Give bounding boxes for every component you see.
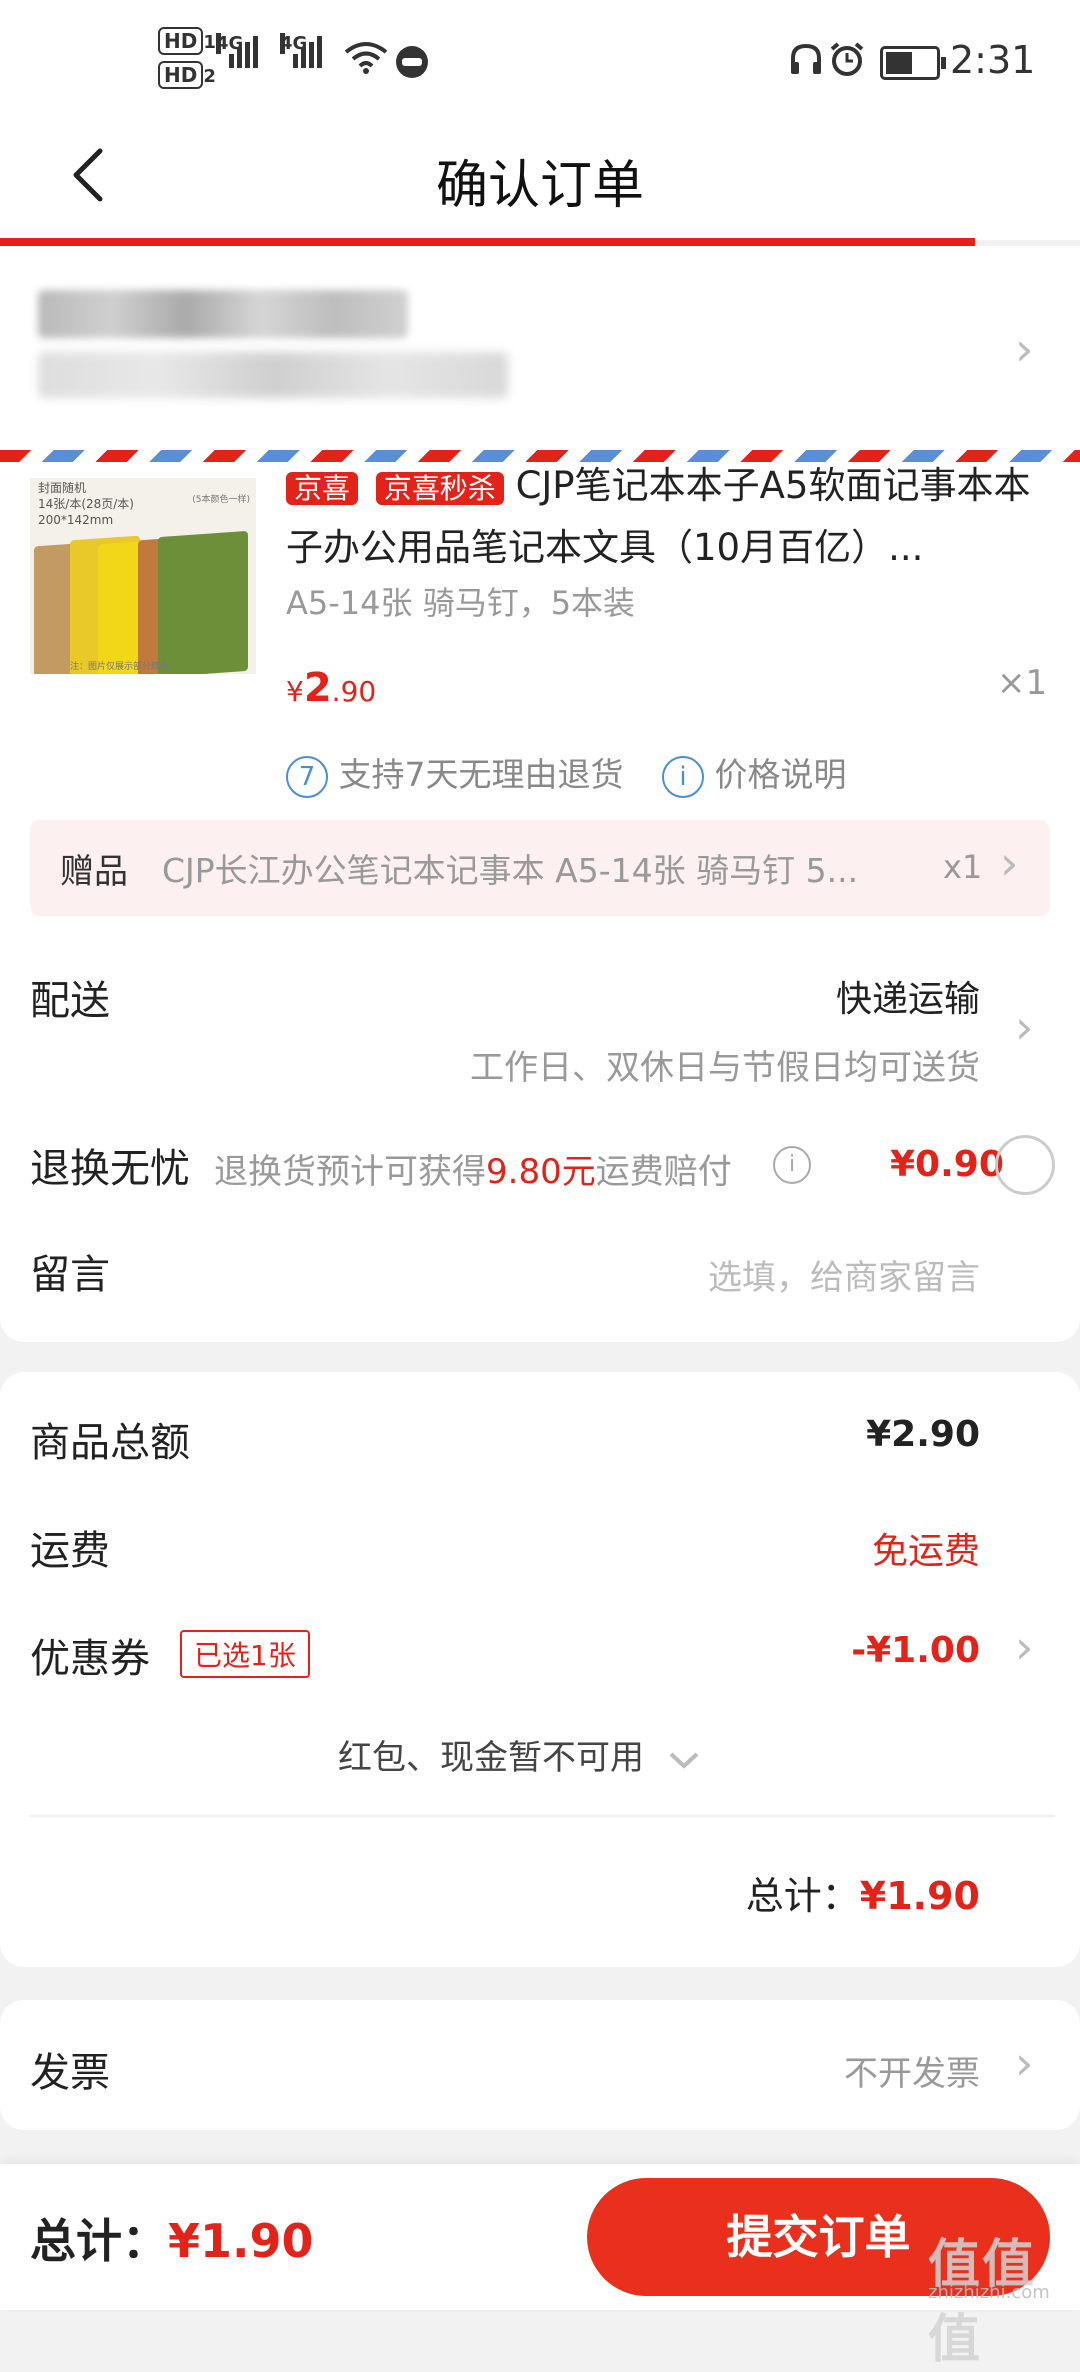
goods-total-value: ¥2.90 [866, 1414, 980, 1455]
address-name-blurred [38, 290, 408, 338]
headset-icon [791, 43, 821, 74]
coupon-label: 优惠券 [30, 1636, 150, 1682]
product-quantity: ×1 [997, 663, 1048, 703]
return-insurance-info-icon[interactable]: i [773, 1146, 811, 1184]
product-price: ¥2.90 [286, 665, 377, 711]
hotspot-icon [396, 46, 428, 78]
service-return-policy[interactable]: 7 支持7天无理由退货 [286, 748, 624, 798]
wifi-icon [344, 42, 388, 74]
delivery-note: 工作日、双休日与节假日均可送货 [470, 1048, 980, 1088]
gift-quantity: x1 [943, 848, 983, 886]
watermark-url: zhizhizhi.com [928, 2282, 1050, 2303]
price-explanation-link[interactable]: i 价格说明 [662, 748, 847, 798]
shipping-value: 免运费 [871, 1531, 980, 1572]
product-spec[interactable]: A5-14张 骑马钉，5本装 [286, 578, 635, 624]
message-input[interactable]: 选填，给商家留言 [708, 1250, 980, 1299]
battery-icon [880, 46, 946, 80]
gift-label: 赠品 [60, 852, 128, 892]
gift-chevron-right-icon[interactable]: › [1000, 836, 1018, 890]
signal-1-icon: 4G [216, 33, 261, 68]
coupon-badge: 已选1张 [180, 1630, 310, 1678]
invoice-label: 发票 [30, 2050, 110, 2096]
progress-line [0, 238, 975, 246]
jingxi-tag: 京喜 [286, 472, 359, 505]
return-insurance-desc: 退换货预计可获得9.80元运费赔付 [214, 1152, 732, 1192]
return-insurance-radio[interactable] [995, 1135, 1055, 1195]
redpacket-toggle[interactable]: 红包、现金暂不可用 [338, 1730, 701, 1779]
page-title: 确认订单 [435, 156, 644, 216]
address-chevron-right-icon[interactable]: › [1015, 322, 1033, 376]
invoice-chevron-right-icon[interactable]: › [1015, 2036, 1033, 2090]
alarm-icon [830, 42, 864, 76]
bottom-total: 总计：¥1.90 [30, 2214, 314, 2268]
delivery-chevron-right-icon[interactable]: › [1015, 1000, 1033, 1054]
product-image-caption: 封面随机 14张/本(28页/本) 200*142mm [38, 481, 134, 527]
coupon-chevron-right-icon[interactable]: › [1015, 1620, 1033, 1674]
coupon-value[interactable]: -¥1.00 [851, 1630, 980, 1671]
product-title[interactable]: 京喜 京喜秒杀 CJP笔记本本子A5软面记事本本子办公用品笔记本文具（10月百亿… [286, 455, 1056, 579]
signal-2-icon: 4G [280, 33, 325, 68]
invoice-value: 不开发票 [844, 2054, 980, 2094]
delivery-method[interactable]: 快递运输 [836, 970, 980, 1022]
address-card[interactable] [0, 246, 1080, 456]
product-image[interactable]: 封面随机 14张/本(28页/本) 200*142mm (5本颜色一样) 注：图… [30, 478, 256, 674]
return-insurance-label: 退换无忧 [30, 1146, 190, 1192]
address-detail-blurred [38, 352, 508, 398]
summary-total: 总计：¥1.90 [745, 1874, 980, 1918]
delivery-label: 配送 [30, 978, 110, 1024]
status-time: 2:31 [950, 38, 1036, 82]
summary-divider [30, 1815, 1055, 1817]
seven-days-icon: 7 [286, 755, 328, 798]
goods-total-label: 商品总额 [30, 1420, 190, 1466]
message-label: 留言 [30, 1252, 110, 1298]
return-insurance-price: ¥0.90 [890, 1144, 1004, 1185]
flash-sale-tag: 京喜秒杀 [375, 472, 504, 505]
hd2-indicator: HD 2 [158, 61, 216, 89]
shipping-label: 运费 [30, 1528, 110, 1574]
chevron-down-icon [669, 1752, 699, 1769]
gift-name: CJP长江办公笔记本记事本 A5-14张 骑马钉 5... [162, 851, 859, 890]
hd1-indicator: HD 1 [158, 27, 216, 55]
info-icon: i [662, 755, 704, 798]
